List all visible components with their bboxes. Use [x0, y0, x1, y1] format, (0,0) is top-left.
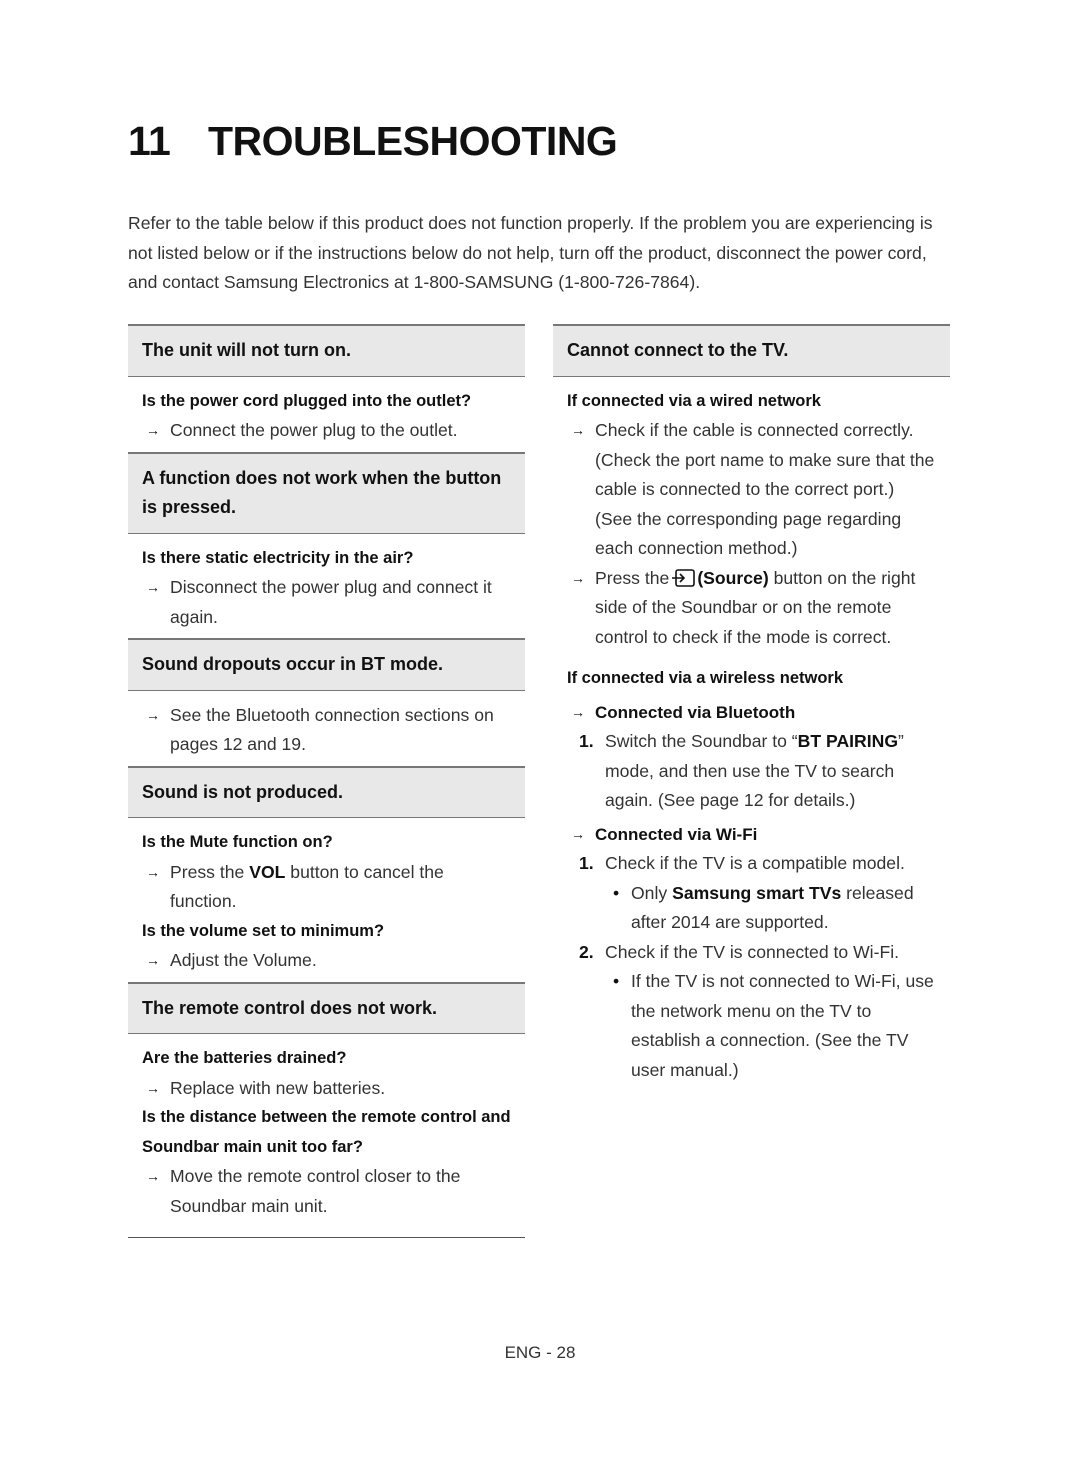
answer: → Press the (Source) button on the right s…: [567, 564, 936, 653]
arrow-icon: →: [146, 1168, 160, 1184]
question: Is the distance between the remote contr…: [142, 1108, 511, 1156]
section-body: Are the batteries drained? → Replace with…: [128, 1034, 525, 1227]
right-column: Cannot connect to the TV. If connected v…: [553, 324, 950, 1091]
section-heading: Cannot connect to the TV.: [553, 324, 950, 377]
bullet-icon: •: [613, 971, 620, 991]
answer: → Disconnect the power plug and connect i…: [142, 573, 511, 632]
arrow-icon: →: [146, 952, 160, 968]
arrow-icon: →: [571, 422, 585, 438]
arrow-icon: →: [146, 422, 160, 438]
question: If connected via a wireless network: [567, 669, 844, 687]
answer: → Connect the power plug to the outlet.: [142, 416, 511, 446]
page-number: ENG - 28: [504, 1343, 576, 1362]
arrow-icon: →: [146, 1079, 160, 1096]
numbered-item: 1. Check if the TV is a compatible model.: [579, 853, 905, 873]
chapter-title: TROUBLESHOOTING: [208, 118, 618, 164]
question: Is the power cord plugged into the outle…: [142, 391, 472, 410]
left-column: The unit will not turn on. Is the power …: [128, 324, 525, 1238]
section-heading: The remote control does not work.: [128, 981, 525, 1034]
arrow-icon: →: [146, 863, 160, 880]
chapter-number: 11: [128, 118, 171, 164]
answer: → Move the remote control closer to the S…: [142, 1162, 511, 1221]
answer: → Press the VOL button to cancel the func…: [142, 858, 511, 917]
section-body: If connected via a wired network → Check …: [553, 377, 950, 1092]
bullet-item: • If the TV is not connected to Wi-Fi, us…: [567, 967, 936, 1085]
arrow-icon: →: [571, 825, 585, 842]
subheading: → Connected via Wi-Fi: [567, 820, 936, 850]
section-body: Is the Mute function on? → Press the VOL …: [128, 818, 525, 982]
section-body: Is there static electricity in the air? …: [128, 534, 525, 639]
bullet-icon: •: [613, 882, 620, 903]
section-heading: Sound dropouts occur in BT mode.: [128, 638, 525, 691]
question: Is the Mute function on?: [142, 833, 333, 851]
divider: [128, 1237, 525, 1238]
section-body: Is the power cord plugged into the outle…: [128, 377, 525, 452]
arrow-icon: →: [146, 579, 160, 595]
answer: → Check if the cable is connected correct…: [567, 416, 936, 564]
question: Is the volume set to minimum?: [142, 921, 385, 940]
answer: → Replace with new batteries.: [142, 1074, 511, 1104]
arrow-icon: →: [571, 569, 585, 586]
answer: → See the Bluetooth connection sections o…: [142, 701, 511, 760]
subheading: → Connected via Bluetooth: [567, 698, 936, 728]
section-heading: A function does not work when the button…: [128, 451, 525, 534]
page-title: 11 TROUBLESHOOTING: [128, 118, 618, 165]
question: Is there static electricity in the air?: [142, 548, 414, 567]
question: Are the batteries drained?: [142, 1049, 347, 1067]
arrow-icon: →: [146, 706, 160, 723]
numbered-item: 1. Switch the Soundbar to “BT PAIRING” mo…: [579, 731, 904, 810]
arrow-icon: →: [571, 703, 585, 720]
section-heading: Sound is not produced.: [128, 765, 525, 818]
bullet-item: • Only Samsung smart TVs released after 2…: [567, 879, 936, 938]
section-heading: The unit will not turn on.: [128, 324, 525, 377]
numbered-item: 2. Check if the TV is connected to Wi-Fi.: [579, 941, 899, 962]
question: If connected via a wired network: [567, 391, 821, 410]
source-icon: [672, 568, 696, 587]
intro-paragraph: Refer to the table below if this product…: [128, 213, 933, 292]
section-body: → See the Bluetooth connection sections o…: [128, 691, 525, 766]
answer: → Adjust the Volume.: [142, 946, 511, 976]
